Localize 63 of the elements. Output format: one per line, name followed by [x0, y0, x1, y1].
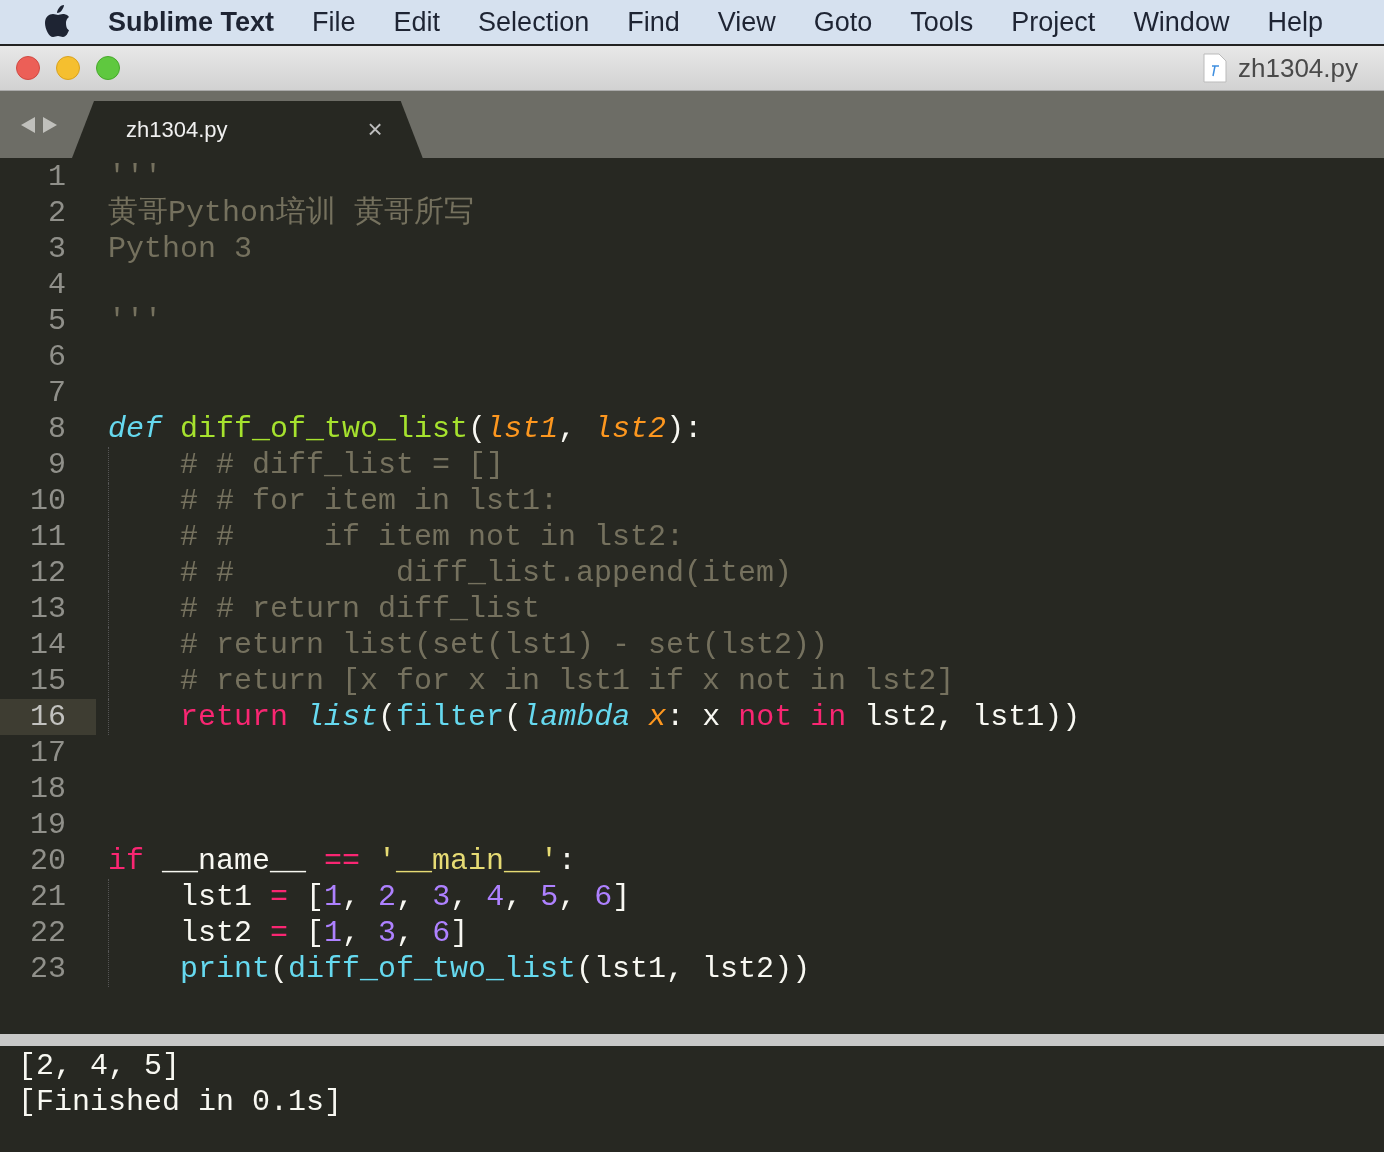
code-line: # # return diff_list: [96, 591, 541, 627]
line-number: 4: [47, 267, 67, 303]
code-line: ''': [107, 159, 162, 195]
line-number: 15: [29, 663, 67, 699]
line-number: 9: [47, 447, 67, 483]
line-number: 17: [29, 735, 67, 771]
menu-item[interactable]: View: [717, 6, 776, 38]
tab-label: zh1304.py: [126, 116, 228, 143]
output-line: [2, 4, 5]: [18, 1048, 182, 1084]
menu-item[interactable]: Window: [1133, 6, 1230, 38]
code-line: # # diff_list = []: [96, 447, 505, 483]
code-line: return list(filter(lambda x: x not in lst2, lst1)): [96, 699, 1081, 735]
menu-item[interactable]: Project: [1011, 6, 1096, 38]
menu-item[interactable]: Tools: [910, 6, 974, 38]
code-line: # # diff_list.append(item): [96, 555, 793, 591]
code-line: lst1 = [1, 2, 3, 4, 5, 6]: [96, 879, 631, 915]
menu-item[interactable]: File: [312, 6, 356, 38]
line-number: 22: [29, 915, 67, 951]
code-line: ''': [107, 303, 162, 339]
forward-arrow-icon[interactable]: [42, 115, 58, 134]
code-line: # # if item not in lst2:: [96, 519, 685, 555]
menu-item[interactable]: Help: [1267, 6, 1323, 38]
menu-item[interactable]: Goto: [813, 6, 873, 38]
line-number: 7: [47, 375, 67, 411]
app-name-menu[interactable]: Sublime Text: [108, 6, 275, 38]
line-number: 16: [0, 699, 96, 735]
line-number: 12: [29, 555, 67, 591]
code-line: print(diff_of_two_list(lst1, lst2)): [96, 951, 811, 987]
line-number: 18: [29, 771, 67, 807]
back-arrow-icon[interactable]: [20, 115, 36, 134]
line-number: 14: [29, 627, 67, 663]
file-icon: [1202, 53, 1228, 83]
file-tab[interactable]: zh1304.py ×: [72, 101, 423, 158]
close-button[interactable]: [16, 56, 40, 80]
line-number: 6: [47, 339, 67, 375]
code-line: def diff_of_two_list(lst1, lst2):: [107, 411, 703, 447]
line-number: 19: [29, 807, 67, 843]
code-line: 黄哥Python培训 黄哥所写: [107, 195, 475, 231]
line-number: 23: [29, 951, 67, 987]
code-line: if __name__ == '__main__':: [107, 843, 577, 879]
line-number: 8: [47, 411, 67, 447]
code-line: # return list(set(lst1) - set(lst2)): [96, 627, 829, 663]
code-line: # # for item in lst1:: [96, 483, 559, 519]
code-line: # return [x for x in lst1 if x not in lst2]: [96, 663, 955, 699]
line-number: 20: [29, 843, 67, 879]
zoom-button[interactable]: [96, 56, 120, 80]
line-number: 5: [47, 303, 67, 339]
code-line: Python 3: [107, 231, 253, 267]
line-number: 10: [29, 483, 67, 519]
minimize-button[interactable]: [56, 56, 80, 80]
code-line: lst2 = [1, 3, 6]: [96, 915, 469, 951]
output-line: [Finished in 0.1s]: [18, 1084, 344, 1120]
menu-item[interactable]: Selection: [478, 6, 590, 38]
line-number: 1: [47, 159, 67, 195]
menu-item[interactable]: Find: [627, 6, 680, 38]
tab-close-button[interactable]: ×: [367, 114, 383, 145]
line-number: 11: [29, 519, 67, 555]
window-title: zh1304.py: [1238, 52, 1358, 84]
line-number: 2: [47, 195, 67, 231]
line-number: 3: [47, 231, 67, 267]
line-number: 21: [29, 879, 67, 915]
line-number: 13: [29, 591, 67, 627]
menu-item[interactable]: Edit: [393, 6, 441, 38]
